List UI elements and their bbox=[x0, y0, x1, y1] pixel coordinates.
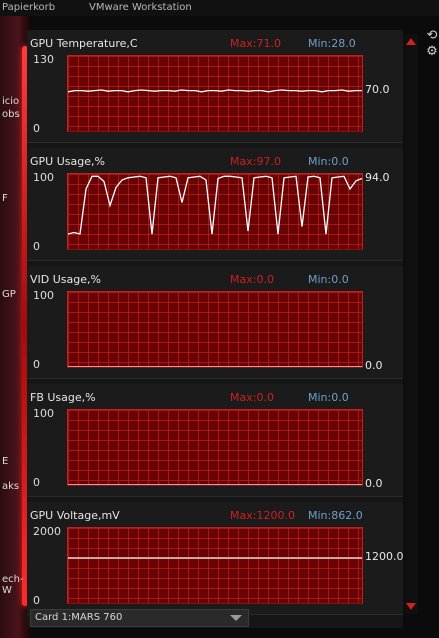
min-label: Min:0.0 bbox=[308, 391, 349, 404]
chevron-down-icon[interactable] bbox=[230, 615, 242, 621]
card-select-value: Card 1:MARS 760 bbox=[35, 612, 123, 623]
link-icon[interactable]: ⟲ bbox=[425, 28, 439, 44]
current-value: 94.0 bbox=[365, 170, 390, 184]
scroll-down-arrow-icon[interactable] bbox=[406, 603, 416, 610]
graph-svg bbox=[68, 557, 362, 559]
panel-title: GPU Voltage,mV bbox=[30, 509, 120, 522]
series-line bbox=[68, 89, 362, 93]
min-label: Min:28.0 bbox=[308, 37, 356, 50]
desktop-fragment: icio bbox=[2, 96, 20, 107]
panel-title: GPU Usage,% bbox=[30, 155, 105, 168]
graph-svg bbox=[68, 366, 362, 367]
desktop-fragment: aks bbox=[2, 481, 20, 492]
y-axis-min-label: 0 bbox=[33, 594, 40, 607]
series-line bbox=[68, 175, 362, 235]
current-value: 1200.0 bbox=[365, 550, 404, 563]
desktop-icon-strip: Papierkorb VMware Workstation bbox=[0, 0, 439, 16]
plot-area bbox=[67, 173, 363, 250]
y-axis-max-label: 100 bbox=[33, 171, 54, 184]
min-label: Min:0.0 bbox=[308, 273, 349, 286]
graph-svg bbox=[68, 175, 362, 235]
desktop-label-recycle-bin[interactable]: Papierkorb bbox=[2, 2, 55, 13]
scroll-up-arrow-icon[interactable] bbox=[406, 38, 416, 45]
graph-svg bbox=[68, 484, 362, 485]
vertical-scrollbar[interactable] bbox=[404, 34, 418, 614]
min-label: Min:0.0 bbox=[308, 155, 349, 168]
panel-title: FB Usage,% bbox=[30, 391, 96, 404]
y-axis-max-label: 100 bbox=[33, 407, 54, 420]
y-axis-max-label: 2000 bbox=[33, 525, 61, 538]
y-axis-max-label: 100 bbox=[33, 289, 54, 302]
desktop-background-left: icio obs F GP E aks ech-W bbox=[0, 16, 30, 638]
desktop-label-vmware[interactable]: VMware Workstation bbox=[89, 2, 192, 13]
panel-title: GPU Temperature,C bbox=[30, 37, 138, 50]
current-value: 0.0 bbox=[365, 477, 383, 490]
y-axis-min-label: 0 bbox=[33, 122, 40, 135]
plot-area bbox=[67, 409, 363, 486]
graph-svg bbox=[68, 89, 362, 93]
panel-gpu-usage: GPU Usage,% Max:97.0 Min:0.0 100 0 94.0 bbox=[27, 148, 403, 261]
plot-area bbox=[67, 291, 363, 368]
desktop-fragment: GP bbox=[2, 289, 16, 300]
current-value: 70.0 bbox=[365, 82, 390, 96]
y-axis-min-label: 0 bbox=[33, 358, 40, 371]
y-axis-min-label: 0 bbox=[33, 476, 40, 489]
max-label: Max:1200.0 bbox=[230, 509, 295, 522]
desktop-fragment: obs bbox=[2, 109, 20, 120]
plot-area bbox=[67, 527, 363, 604]
max-label: Max:0.0 bbox=[230, 273, 274, 286]
desktop-fragment: E bbox=[2, 456, 9, 467]
y-axis-max-label: 130 bbox=[33, 53, 54, 66]
gear-icon[interactable]: ⚙ bbox=[425, 44, 439, 60]
panel-title: VID Usage,% bbox=[30, 273, 101, 286]
min-label: Min:862.0 bbox=[308, 509, 363, 522]
max-label: Max:97.0 bbox=[230, 155, 281, 168]
max-label: Max:0.0 bbox=[230, 391, 274, 404]
panel-gpu-temperature: GPU Temperature,C Max:71.0 Min:28.0 130 … bbox=[27, 30, 403, 143]
desktop-fragment: ech-W bbox=[2, 574, 24, 596]
card-select-dropdown[interactable]: Card 1:MARS 760 bbox=[30, 609, 249, 627]
desktop-fragment: F bbox=[2, 193, 8, 204]
y-axis-min-label: 0 bbox=[33, 240, 40, 253]
panel-vid-usage: VID Usage,% Max:0.0 Min:0.0 100 0 0.0 bbox=[27, 266, 403, 379]
plot-area bbox=[67, 55, 363, 132]
max-label: Max:71.0 bbox=[230, 37, 281, 50]
panel-fb-usage: FB Usage,% Max:0.0 Min:0.0 100 0 0.0 bbox=[27, 384, 403, 497]
side-toolbar: ⟲ ⚙ bbox=[425, 28, 439, 60]
hardware-monitor-window: GPU Temperature,C Max:71.0 Min:28.0 130 … bbox=[27, 30, 404, 628]
panel-gpu-voltage: GPU Voltage,mV Max:1200.0 Min:862.0 2000… bbox=[27, 502, 404, 615]
current-value: 0.0 bbox=[365, 359, 383, 372]
